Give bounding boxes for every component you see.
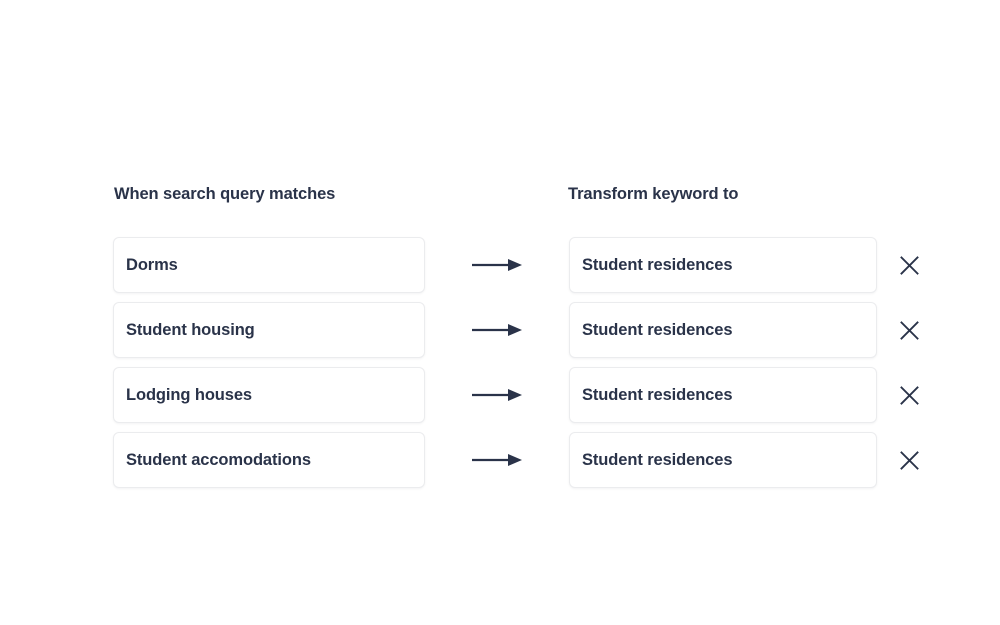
target-keyword-value: Student residences [582, 320, 733, 339]
mapping-row: Dorms Student residences [113, 237, 923, 293]
close-icon [899, 385, 919, 405]
target-keyword-value: Student residences [582, 385, 733, 404]
source-keyword-value: Dorms [126, 255, 178, 274]
source-keyword-input[interactable]: Student housing [113, 302, 425, 358]
source-keyword-value: Lodging houses [126, 385, 253, 404]
target-keyword-value: Student residences [582, 450, 733, 469]
column-headers: When search query matches Transform keyw… [113, 185, 923, 217]
remove-mapping-button[interactable] [894, 445, 924, 475]
arrow-right-icon [472, 322, 524, 338]
remove-mapping-button[interactable] [894, 315, 924, 345]
close-icon [899, 450, 919, 470]
arrow-right-icon [472, 452, 524, 468]
target-keyword-input[interactable]: Student residences [569, 367, 877, 423]
source-keyword-value: Student housing [126, 320, 255, 339]
arrow-right-icon [472, 387, 524, 403]
target-keyword-value: Student residences [582, 255, 733, 274]
mapping-row: Lodging houses Student residences [113, 367, 923, 423]
target-keyword-input[interactable]: Student residences [569, 237, 877, 293]
remove-mapping-button[interactable] [894, 380, 924, 410]
arrow-right-icon [472, 257, 524, 273]
synonym-mapping-panel: When search query matches Transform keyw… [113, 185, 923, 488]
target-column-header: Transform keyword to [568, 185, 739, 203]
source-column-header: When search query matches [114, 185, 336, 203]
mapping-row: Student accomodations Student residences [113, 432, 923, 488]
source-keyword-input[interactable]: Lodging houses [113, 367, 425, 423]
target-keyword-input[interactable]: Student residences [569, 432, 877, 488]
source-keyword-value: Student accomodations [126, 450, 311, 469]
close-icon [899, 320, 919, 340]
mapping-row-list: Dorms Student residences Student housing… [113, 237, 923, 488]
mapping-row: Student housing Student residences [113, 302, 923, 358]
remove-mapping-button[interactable] [894, 250, 924, 280]
target-keyword-input[interactable]: Student residences [569, 302, 877, 358]
close-icon [899, 255, 919, 275]
source-keyword-input[interactable]: Dorms [113, 237, 425, 293]
source-keyword-input[interactable]: Student accomodations [113, 432, 425, 488]
